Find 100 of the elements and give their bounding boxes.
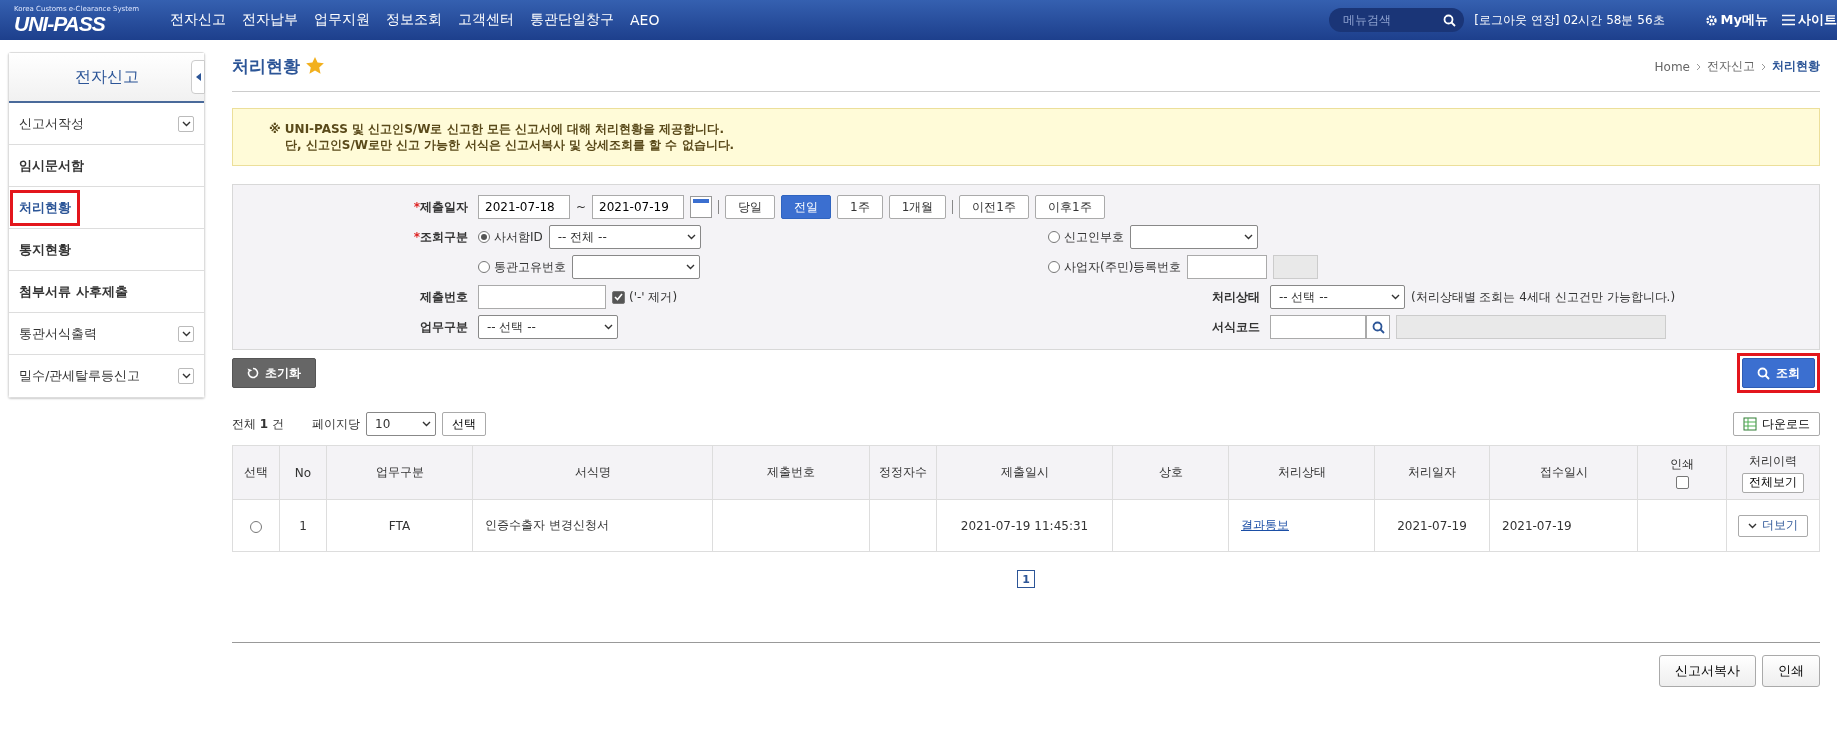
page-size-dropdown[interactable]: 10 (366, 412, 436, 436)
menu-item[interactable]: 고객센터 (458, 11, 514, 29)
view-all-button[interactable]: 전체보기 (1742, 472, 1804, 493)
sidebar-item[interactable]: 처리현황 (9, 187, 204, 229)
status-link[interactable]: 결과통보 (1241, 518, 1289, 532)
dropdown[interactable] (1130, 225, 1258, 249)
date-field[interactable]: 2021-07-18 (478, 195, 570, 219)
menu-item[interactable]: 전자납부 (242, 11, 298, 29)
disabled-field (1273, 255, 1319, 279)
menu-item[interactable]: 업무지원 (314, 11, 370, 29)
more-button[interactable]: 더보기 (1738, 514, 1808, 537)
caret-icon (1244, 234, 1253, 240)
expand-toggle[interactable] (178, 115, 194, 132)
period-button[interactable]: 전일 (781, 195, 832, 219)
radio-option[interactable]: 통관고유번호 (478, 258, 566, 276)
chevron-icon (1696, 62, 1701, 71)
input-field[interactable] (1187, 255, 1268, 279)
checkbox[interactable] (1675, 476, 1689, 489)
column-header: 처리이력 (1749, 452, 1797, 470)
sidebar-item[interactable]: 신고서작성 (9, 103, 204, 145)
field-label: *조회구분 (413, 228, 468, 246)
caret-icon (181, 373, 191, 379)
sidebar-item[interactable]: 첨부서류 사후제출 (9, 271, 204, 313)
period-button[interactable]: 1개월 (888, 195, 947, 219)
refresh-icon (247, 367, 259, 379)
expand-toggle[interactable] (178, 368, 194, 384)
expand-toggle[interactable] (178, 325, 194, 342)
caret-icon (686, 234, 696, 240)
field-label: 제출번호 (420, 288, 468, 306)
footer-button[interactable]: 신고서복사 (1659, 655, 1756, 687)
triangle-icon (195, 73, 201, 81)
period-button[interactable]: 당일 (725, 195, 776, 219)
calendar-icon[interactable] (690, 196, 713, 218)
breadcrumb-item[interactable]: 전자신고 (1707, 58, 1755, 75)
status-note: (처리상태별 조회는 4세대 신고건만 가능합니다.) (1411, 288, 1676, 306)
column-header: 서식명 (574, 465, 611, 479)
reset-button[interactable]: 초기화 (232, 358, 316, 388)
page-number[interactable]: 1 (1017, 570, 1035, 588)
radio-button[interactable] (1048, 231, 1060, 243)
star-icon[interactable] (305, 57, 324, 74)
footer-button[interactable]: 인쇄 (1762, 655, 1820, 687)
radio-button[interactable] (1048, 261, 1060, 273)
breadcrumb-item[interactable]: Home (1654, 59, 1690, 74)
dropdown[interactable]: -- 선택 -- (478, 315, 618, 339)
menu-item[interactable]: AEO (630, 12, 660, 28)
sidebar-item[interactable]: 임시문서함 (9, 145, 204, 187)
notice-text: ※ UNI-PASS 및 신고인S/W로 신고한 모든 신고서에 대해 처리현황을 제공합니다. (269, 121, 726, 137)
table-cell: FTA (326, 499, 473, 552)
caret-icon (422, 421, 431, 427)
sidebar-item-label: 처리현황 (13, 192, 77, 223)
radio-option[interactable]: 신고인부호 (1048, 228, 1124, 246)
sidebar-item-label: 신고서작성 (18, 114, 85, 133)
spreadsheet-icon (1743, 417, 1757, 431)
download-button[interactable]: 다운로드 (1733, 412, 1820, 436)
column-header: 접수일시 (1539, 465, 1588, 479)
sidebar-item[interactable]: 통지현황 (9, 229, 204, 271)
dropdown[interactable]: -- 선택 -- (1270, 285, 1405, 309)
caret-icon (604, 324, 613, 330)
page-title: 처리현황 (232, 55, 324, 78)
period-button[interactable]: 이전1주 (959, 195, 1029, 219)
checkbox-option[interactable]: ('-' 제거) (612, 288, 678, 306)
column-header: 처리일자 (1408, 465, 1456, 479)
period-button[interactable]: 1주 (837, 195, 883, 219)
checkbox[interactable] (612, 290, 625, 304)
dropdown[interactable] (572, 255, 700, 279)
dropdown[interactable]: -- 전체 -- (548, 225, 701, 249)
menu-item[interactable]: 전자신고 (170, 11, 226, 29)
sidebar-item-label: 밀수/관세탈루등신고 (18, 367, 142, 385)
chevron-icon (1761, 62, 1766, 71)
input-field[interactable] (478, 285, 606, 309)
apply-button[interactable]: 선택 (442, 412, 486, 436)
period-button[interactable]: 이후1주 (1035, 195, 1105, 219)
breadcrumb-item[interactable]: 처리현황 (1772, 58, 1820, 75)
sidebar-title: 전자신고 (9, 53, 204, 103)
row-radio[interactable] (250, 520, 262, 533)
radio-button[interactable] (478, 261, 490, 273)
sitemap-link[interactable]: 사이트 (1782, 11, 1837, 29)
menu-search-field[interactable]: 메뉴검색 (1341, 12, 1444, 28)
menu-item[interactable]: 정보조회 (386, 11, 442, 29)
lookup-button[interactable] (1366, 315, 1390, 339)
search-button[interactable]: 조회 (1742, 358, 1815, 388)
table-cell: 2021-07-19 11:45:31 (936, 499, 1113, 552)
date-field[interactable]: 2021-07-19 (592, 195, 685, 219)
sidebar-item[interactable]: 밀수/관세탈루등신고 (9, 355, 204, 397)
gear-icon (1704, 13, 1718, 27)
my-menu-link[interactable]: My메뉴 (1704, 11, 1768, 29)
input-field[interactable] (1270, 315, 1366, 339)
search-box[interactable]: 메뉴검색 (1329, 8, 1465, 32)
menu-item[interactable]: 통관단일창구 (530, 11, 614, 29)
radio-option[interactable]: 사업자(주민)등록번호 (1048, 258, 1182, 276)
column-header: 업무구분 (375, 465, 424, 479)
radio-option[interactable]: 사서함ID (478, 228, 543, 246)
sidebar-item[interactable]: 통관서식출력 (9, 313, 204, 355)
radio-button[interactable] (478, 231, 490, 243)
column-header: 인쇄 (1670, 456, 1694, 473)
search-icon (1757, 366, 1770, 380)
caret-icon (686, 264, 695, 270)
session-timer[interactable]: [로그아웃 연장] 02시간 58분 56초 (1474, 11, 1665, 29)
collapse-button[interactable] (191, 60, 205, 94)
search-icon (1443, 13, 1457, 27)
